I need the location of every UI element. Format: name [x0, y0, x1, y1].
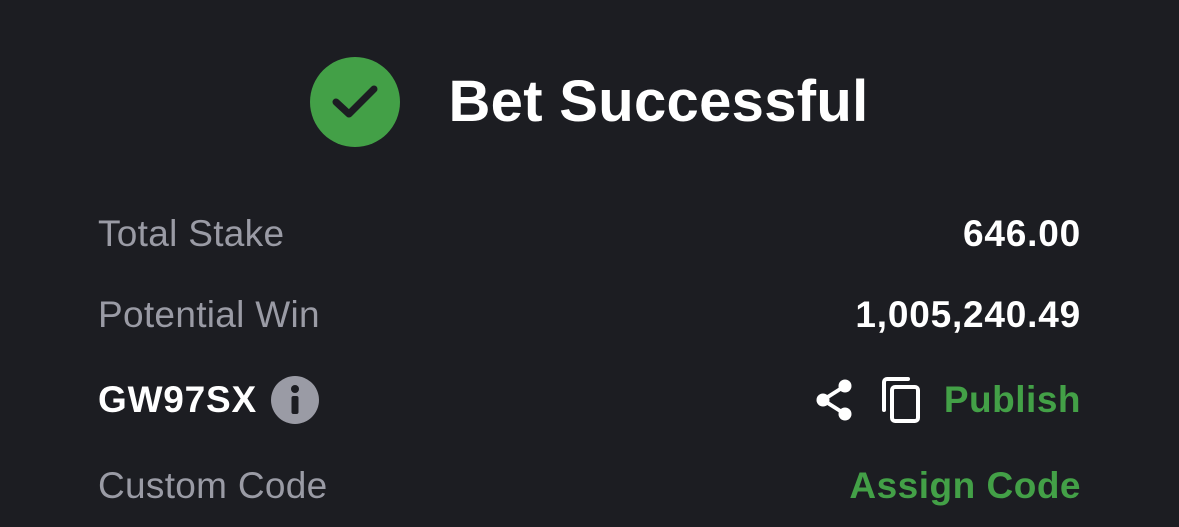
publish-button[interactable]: Publish — [944, 379, 1081, 421]
custom-code-row: Custom Code Assign Code — [98, 458, 1081, 514]
assign-code-button[interactable]: Assign Code — [849, 465, 1081, 507]
booking-code-group: GW97SX — [98, 376, 320, 424]
potential-win-value: 1,005,240.49 — [855, 294, 1081, 335]
check-circle-icon — [310, 57, 401, 147]
info-icon[interactable] — [271, 376, 320, 424]
booking-actions: Publish — [812, 376, 1081, 424]
success-header: Bet Successful — [0, 52, 1179, 152]
potential-win-label: Potential Win — [98, 294, 320, 335]
page-title: Bet Successful — [448, 69, 869, 134]
potential-win-row: Potential Win 1,005,240.49 — [98, 287, 1081, 343]
booking-code-row: GW97SX Publish — [98, 372, 1081, 428]
total-stake-row: Total Stake 646.00 — [98, 206, 1081, 262]
booking-code[interactable]: GW97SX — [98, 379, 257, 421]
share-icon[interactable] — [812, 377, 856, 423]
total-stake-value: 646.00 — [963, 213, 1081, 254]
total-stake-label: Total Stake — [98, 213, 285, 254]
bet-success-panel: Bet Successful Total Stake 646.00 Potent… — [0, 0, 1179, 527]
checkmark-icon — [332, 85, 378, 118]
custom-code-label: Custom Code — [98, 465, 328, 506]
copy-icon[interactable] — [880, 376, 922, 424]
